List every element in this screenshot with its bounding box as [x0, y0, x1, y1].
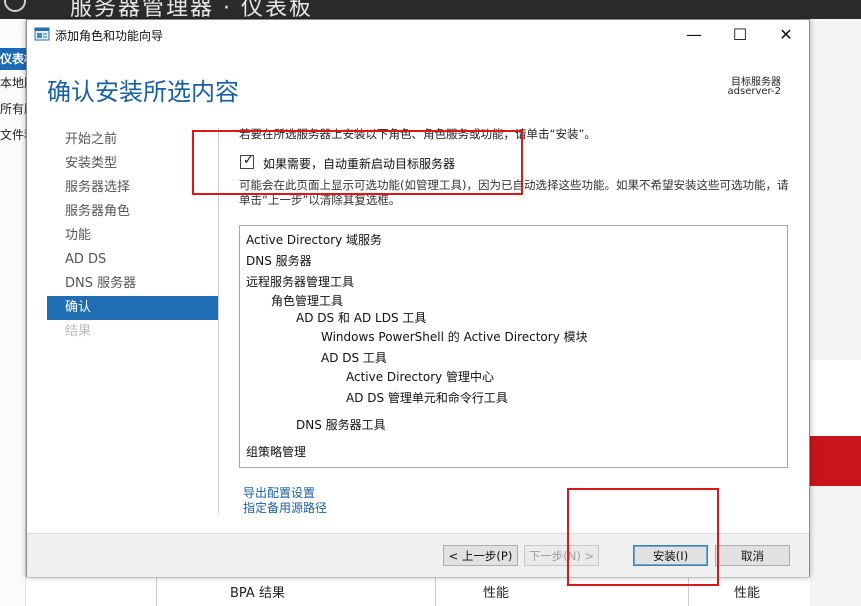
list-item: Windows PowerShell 的 Active Directory 模块	[321, 330, 588, 344]
tile-divider	[156, 577, 157, 606]
nav-item-dns-server[interactable]: DNS 服务器	[47, 272, 218, 296]
close-button[interactable]: ✕	[763, 20, 809, 49]
list-item: AD DS 和 AD LDS 工具	[296, 311, 427, 325]
selection-list[interactable]: Active Directory 域服务 DNS 服务器 远程服务器管理工具 角…	[239, 225, 788, 468]
list-item: DNS 服务器	[246, 254, 312, 268]
tile-divider	[688, 577, 689, 606]
list-item: AD DS 管理单元和命令行工具	[346, 391, 508, 405]
sidebar-item-all-servers[interactable]: 所有服务器	[0, 98, 26, 120]
right-panel-alert-tile[interactable]	[810, 436, 861, 486]
nav-item-features[interactable]: 功能	[47, 224, 218, 248]
window-title: 添加角色和功能向导	[55, 29, 164, 43]
sidebar-item-dashboard[interactable]: 仪表板	[0, 48, 26, 70]
tile-label-performance[interactable]: 性能	[734, 582, 760, 601]
minimize-icon: —	[686, 25, 702, 44]
tile-divider	[435, 577, 436, 606]
checkmark-icon: ✓	[243, 153, 254, 168]
wizard-titlebar[interactable]: 添加角色和功能向导 — ☐ ✕	[27, 20, 809, 49]
restart-checkbox[interactable]: ✓	[240, 153, 254, 169]
nav-item-server-roles[interactable]: 服务器角色	[47, 200, 218, 224]
add-roles-wizard-window: 添加角色和功能向导 — ☐ ✕ 确认安装所选内容 目标服务器 adserver-…	[26, 19, 810, 577]
alternate-source-link[interactable]: 指定备用源路径	[243, 499, 327, 516]
nav-divider	[218, 128, 219, 513]
target-server-value: adserver-2	[727, 86, 781, 97]
close-icon: ✕	[779, 25, 793, 44]
optional-features-note: 可能会在此页面上显示可选功能(如管理工具)，因为已自动选择这些功能。如果不希望安…	[239, 178, 789, 207]
tile-label-bpa[interactable]: BPA 结果	[230, 582, 285, 601]
list-item: AD DS 工具	[321, 351, 387, 365]
server-manager-right-panel	[810, 19, 861, 606]
intro-text: 若要在所选服务器上安装以下角色、角色服务或功能，请单击“安装”。	[239, 127, 596, 141]
nav-item-confirmation[interactable]: 确认	[47, 296, 218, 320]
sidebar-item-local-server[interactable]: 本地服务器	[0, 72, 26, 94]
list-item: 组策略管理	[246, 445, 307, 459]
right-panel-tile	[810, 360, 861, 436]
minimize-button[interactable]: —	[671, 20, 717, 49]
list-item: DNS 服务器工具	[296, 418, 386, 432]
maximize-button[interactable]: ☐	[717, 20, 763, 49]
list-item: 角色管理工具	[271, 294, 344, 308]
nav-item-before-you-begin[interactable]: 开始之前	[47, 128, 218, 152]
back-icon[interactable]	[4, 0, 26, 12]
cancel-button[interactable]: 取消	[715, 545, 790, 566]
list-item: Active Directory 域服务	[246, 233, 383, 247]
nav-item-ad-ds[interactable]: AD DS	[47, 248, 218, 272]
list-item: Active Directory 管理中心	[346, 370, 495, 384]
screen: 服务器管理器 · 仪表板 仪表板 本地服务器 所有服务器 文件和存储服务 BPA…	[0, 0, 861, 606]
tile-label-performance[interactable]: 性能	[483, 582, 509, 601]
nav-item-results: 结果	[65, 324, 92, 339]
server-manager-bottom-strip	[26, 577, 810, 606]
restart-checkbox-label[interactable]: 如果需要，自动重新启动目标服务器	[263, 155, 455, 172]
install-button[interactable]: 安装(I)	[633, 545, 708, 566]
page-title: 确认安装所选内容	[47, 78, 239, 106]
server-manager-titlebar: 服务器管理器 · 仪表板	[0, 0, 861, 21]
wizard-app-icon	[34, 27, 50, 41]
sidebar-item-file-storage[interactable]: 文件和存储服务	[0, 124, 26, 146]
list-item: 远程服务器管理工具	[246, 275, 355, 289]
nav-item-server-selection[interactable]: 服务器选择	[47, 176, 218, 200]
maximize-icon: ☐	[732, 25, 748, 44]
previous-button[interactable]: < 上一步(P)	[443, 545, 518, 566]
server-manager-sidebar: 仪表板 本地服务器 所有服务器 文件和存储服务	[0, 19, 26, 606]
next-button: 下一步(N) >	[524, 545, 599, 566]
nav-item-installation-type[interactable]: 安装类型	[47, 152, 218, 176]
